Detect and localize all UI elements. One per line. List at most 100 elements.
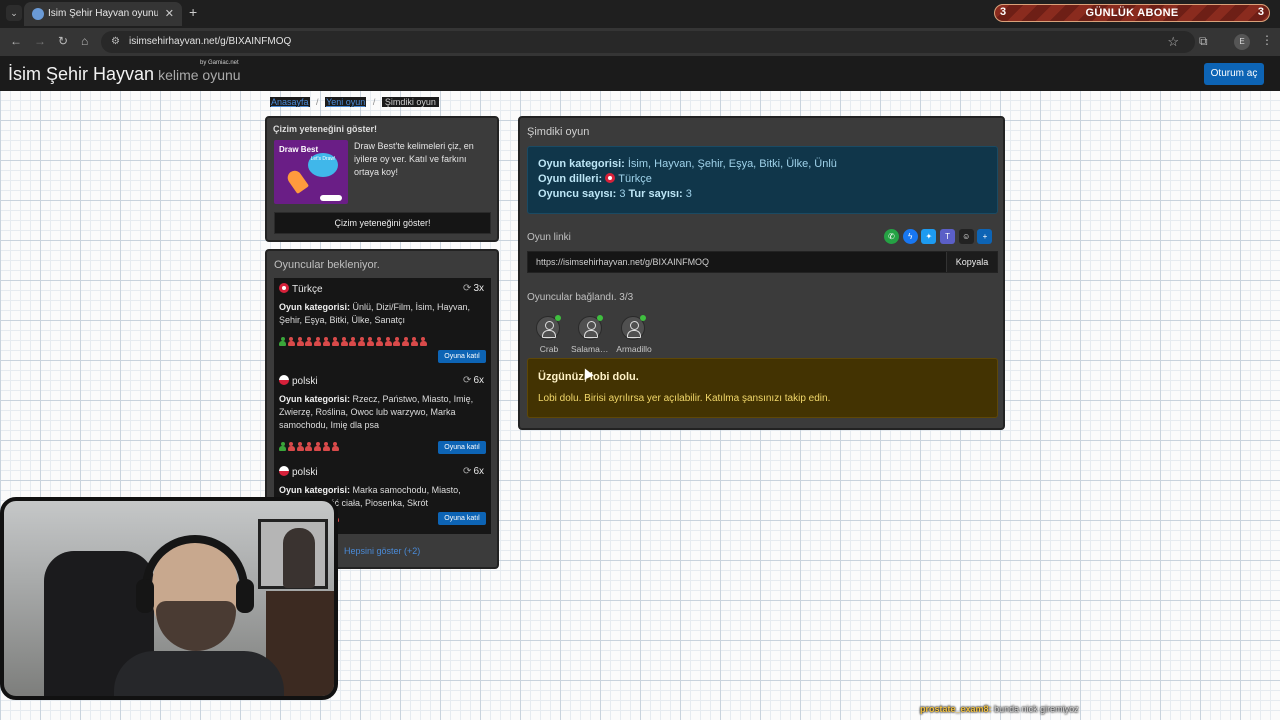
turkey-flag-icon: [605, 173, 616, 183]
draw-best-image[interactable]: Draw Best Let's Draw!: [274, 140, 348, 204]
game-link-input[interactable]: https://isimsehirhayvan.net/g/BIXAINFMOQ: [536, 257, 709, 267]
online-indicator: [640, 315, 646, 321]
messenger-icon[interactable]: ϟ: [902, 229, 918, 244]
info-language-value: Türkçe: [618, 173, 652, 185]
extensions-icon[interactable]: ⧉: [1199, 34, 1208, 49]
snapchat-icon[interactable]: ☺: [958, 229, 974, 244]
info-players-label: Oyuncu sayısı:: [538, 188, 617, 200]
filled-slot-icon: [279, 337, 286, 346]
promo-image-label: Draw Best: [279, 145, 319, 154]
empty-slot-icon: [287, 337, 295, 346]
lobby-full-text: Lobi dolu. Birisi ayrılırsa yer açılabil…: [538, 393, 831, 404]
empty-slot-icon: [375, 337, 383, 346]
join-game-button[interactable]: Oyuna katıl: [438, 512, 486, 525]
promo-text: Draw Best'te kelimeleri çiz, en iyilere …: [354, 141, 474, 177]
chat-username: prostate_exam8:: [920, 704, 992, 714]
background-monitor: [258, 519, 328, 589]
browser-tab[interactable]: İsim Şehir Hayvan oyununa katıl ✕: [24, 2, 182, 26]
game-language-label: polski: [292, 376, 318, 387]
game-counts-line: Oyuncu sayısı: 3 Tur sayısı: 3: [538, 187, 987, 202]
player-slots: [279, 442, 341, 451]
info-category-label: Oyun kategorisi:: [538, 158, 625, 170]
rocket-icon: [284, 167, 310, 195]
show-all-link[interactable]: Hepsini göster (+2): [344, 546, 420, 556]
player-slots: [279, 337, 429, 346]
join-game-button[interactable]: Oyuna katıl: [438, 350, 486, 363]
current-game-title: Şimdiki oyun: [527, 126, 590, 138]
category-label: Oyun kategorisi:: [279, 302, 351, 312]
empty-slot-icon: [331, 337, 339, 346]
address-bar[interactable]: ⚙ isimsehirhayvan.net/g/BIXAINFMOQ ☆: [101, 31, 1195, 53]
game-languages-line: Oyun dilleri: Türkçe: [538, 172, 987, 187]
game-language-label: Türkçe: [292, 284, 323, 295]
breadcrumb-home[interactable]: Anasayfa: [270, 97, 310, 107]
promo-title: Çizim yeteneğini göster!: [273, 124, 378, 134]
profile-avatar[interactable]: E: [1234, 34, 1250, 50]
empty-slot-icon: [322, 442, 330, 451]
share-more-icon[interactable]: +: [977, 229, 993, 244]
new-tab-button[interactable]: +: [189, 4, 197, 20]
chat-text: bunda nick giremiyoz: [994, 704, 1079, 714]
empty-slot-icon: [366, 337, 374, 346]
breadcrumb-new-game[interactable]: Yeni oyun: [325, 97, 367, 107]
poland-flag-icon: [279, 375, 289, 385]
forward-icon[interactable]: →: [34, 34, 46, 48]
monitor-person: [283, 528, 315, 588]
site-logo[interactable]: İsim Şehir Hayvan kelime oyunu: [8, 64, 241, 85]
brand-title: İsim Şehir Hayvan: [8, 64, 155, 84]
empty-slot-icon: [296, 442, 304, 451]
empty-slot-icon: [322, 337, 330, 346]
teams-icon[interactable]: T: [940, 229, 956, 244]
login-button[interactable]: Oturum aç: [1204, 63, 1264, 85]
join-game-button[interactable]: Oyuna katıl: [438, 441, 486, 454]
game-language: Türkçe: [279, 283, 323, 295]
game-list-item: polski ⟳ 6x Oyun kategorisi: Rzecz, Państ…: [274, 370, 491, 460]
game-info-box: Oyun kategorisi: İsim, Hayvan, Şehir, Eş…: [527, 146, 998, 214]
empty-slot-icon: [402, 337, 410, 346]
back-icon[interactable]: ←: [10, 34, 22, 48]
filled-slot-icon: [279, 442, 286, 451]
home-icon[interactable]: ⌂: [81, 34, 88, 48]
close-icon[interactable]: ✕: [165, 7, 174, 20]
game-rounds-value: 6x: [473, 466, 484, 477]
menu-icon[interactable]: ⋮: [1261, 33, 1273, 47]
info-rounds-label: Tur sayısı:: [628, 188, 683, 200]
game-rounds: ⟳ 3x: [463, 283, 484, 294]
streamer-body: [114, 651, 284, 696]
headset-earcup-left: [136, 579, 154, 613]
site-info-icon[interactable]: ⚙: [111, 36, 120, 47]
webcam-overlay: [0, 497, 338, 700]
breadcrumb: Anasayfa / Yeni oyun / Şimdiki oyun: [270, 97, 439, 110]
draw-best-button[interactable]: Çizim yeteneğini göster!: [274, 212, 491, 234]
star-icon[interactable]: ☆: [1167, 34, 1179, 50]
url-text[interactable]: isimsehirhayvan.net/g/BIXAINFMOQ: [129, 36, 291, 47]
info-languages-label: Oyun dilleri:: [538, 173, 603, 185]
player-name: Crab: [539, 344, 559, 354]
game-categories: Oyun kategorisi: Ünlü, Dizi/Film, İsim, …: [279, 301, 484, 327]
whatsapp-icon[interactable]: ✆: [884, 229, 899, 244]
empty-slot-icon: [410, 337, 418, 346]
brand-subtitle: kelime oyunu: [158, 67, 241, 83]
info-category-values: İsim, Hayvan, Şehir, Eşya, Bitki, Ülke, …: [627, 158, 837, 170]
empty-slot-icon: [349, 337, 357, 346]
chat-message: prostate_exam8: bunda nick giremiyoz: [920, 704, 1079, 714]
tab-search-icon[interactable]: ⌄: [6, 5, 22, 21]
waiting-games-title: Oyuncular bekleniyor.: [274, 259, 380, 271]
game-rounds-value: 6x: [473, 375, 484, 386]
streamer-beard: [156, 601, 236, 651]
info-rounds-value: 3: [685, 188, 692, 200]
game-list-item: Türkçe ⟳ 3x Oyun kategorisi: Ünlü, Dizi/F…: [274, 278, 491, 370]
twitter-icon[interactable]: ✦: [921, 229, 937, 244]
subscriber-count-right: 3: [1257, 6, 1264, 18]
breadcrumb-separator: /: [372, 97, 376, 107]
game-rounds: ⟳ 6x: [463, 375, 484, 386]
reload-icon[interactable]: ↻: [58, 34, 68, 48]
empty-slot-icon: [305, 442, 313, 451]
promo-image-badge: [320, 195, 342, 201]
breadcrumb-separator: /: [316, 97, 319, 107]
category-label: Oyun kategorisi:: [279, 394, 351, 404]
headset-earcup-right: [236, 579, 254, 613]
headset-icon: [142, 535, 248, 595]
game-rounds-value: 3x: [473, 283, 484, 294]
copy-link-button[interactable]: Kopyala: [946, 252, 997, 272]
